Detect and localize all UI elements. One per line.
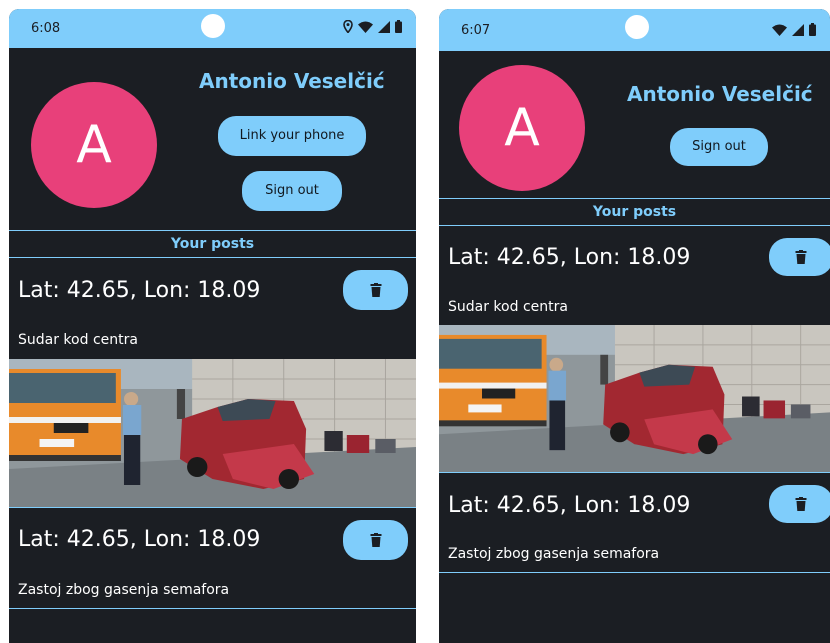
link-phone-button[interactable]: Link your phone [218, 116, 366, 156]
status-icons [343, 20, 402, 33]
signal-icon [378, 20, 390, 33]
status-icons [772, 23, 816, 36]
post-description: Sudar kod centra [18, 332, 138, 348]
status-bar: 6:07 [439, 9, 830, 51]
status-time: 6:08 [31, 21, 61, 36]
delete-post-button[interactable] [769, 485, 830, 523]
post-description: Sudar kod centra [448, 299, 568, 315]
post-description: Zastoj zbog gasenja semafora [448, 546, 660, 562]
user-name: Antonio Veselčić [199, 69, 385, 93]
phone-screen-1: 6:08 A Antonio Veselčić Link your phone … [9, 9, 416, 643]
avatar: A [31, 82, 157, 208]
status-time: 6:07 [461, 23, 491, 38]
section-title: Your posts [592, 204, 677, 220]
trash-icon [795, 497, 807, 511]
post-coordinates: Lat: 42.65, Lon: 18.09 [448, 245, 691, 270]
camera-cutout [201, 14, 225, 38]
divider [9, 608, 416, 609]
user-name: Antonio Veselčić [627, 82, 813, 106]
delete-post-button[interactable] [343, 270, 408, 310]
wifi-icon [772, 24, 787, 36]
trash-icon [370, 283, 381, 297]
trash-icon [795, 250, 807, 264]
signal-icon [792, 23, 804, 36]
divider [439, 225, 830, 226]
divider [439, 472, 830, 473]
post-coordinates: Lat: 42.65, Lon: 18.09 [18, 527, 261, 552]
divider [439, 572, 830, 573]
avatar: A [459, 65, 585, 191]
camera-cutout [625, 15, 649, 39]
phone-screen-2: 6:07 A Antonio Veselčić Sign out Your po… [439, 9, 830, 643]
delete-post-button[interactable] [343, 520, 408, 560]
divider [9, 257, 416, 258]
section-title: Your posts [170, 236, 255, 252]
battery-icon [395, 20, 402, 33]
post-description: Zastoj zbog gasenja semafora [18, 582, 230, 598]
divider [439, 198, 830, 199]
location-icon [343, 20, 353, 33]
post-coordinates: Lat: 42.65, Lon: 18.09 [18, 278, 261, 303]
post-photo [439, 325, 830, 472]
battery-icon [809, 23, 816, 36]
delete-post-button[interactable] [769, 238, 830, 276]
wifi-icon [358, 21, 373, 33]
divider [9, 507, 416, 508]
trash-icon [370, 533, 381, 547]
post-photo [9, 359, 416, 507]
status-bar: 6:08 [9, 9, 416, 48]
sign-out-button[interactable]: Sign out [670, 128, 768, 166]
post-coordinates: Lat: 42.65, Lon: 18.09 [448, 493, 691, 518]
sign-out-button[interactable]: Sign out [242, 171, 342, 211]
divider [9, 230, 416, 231]
